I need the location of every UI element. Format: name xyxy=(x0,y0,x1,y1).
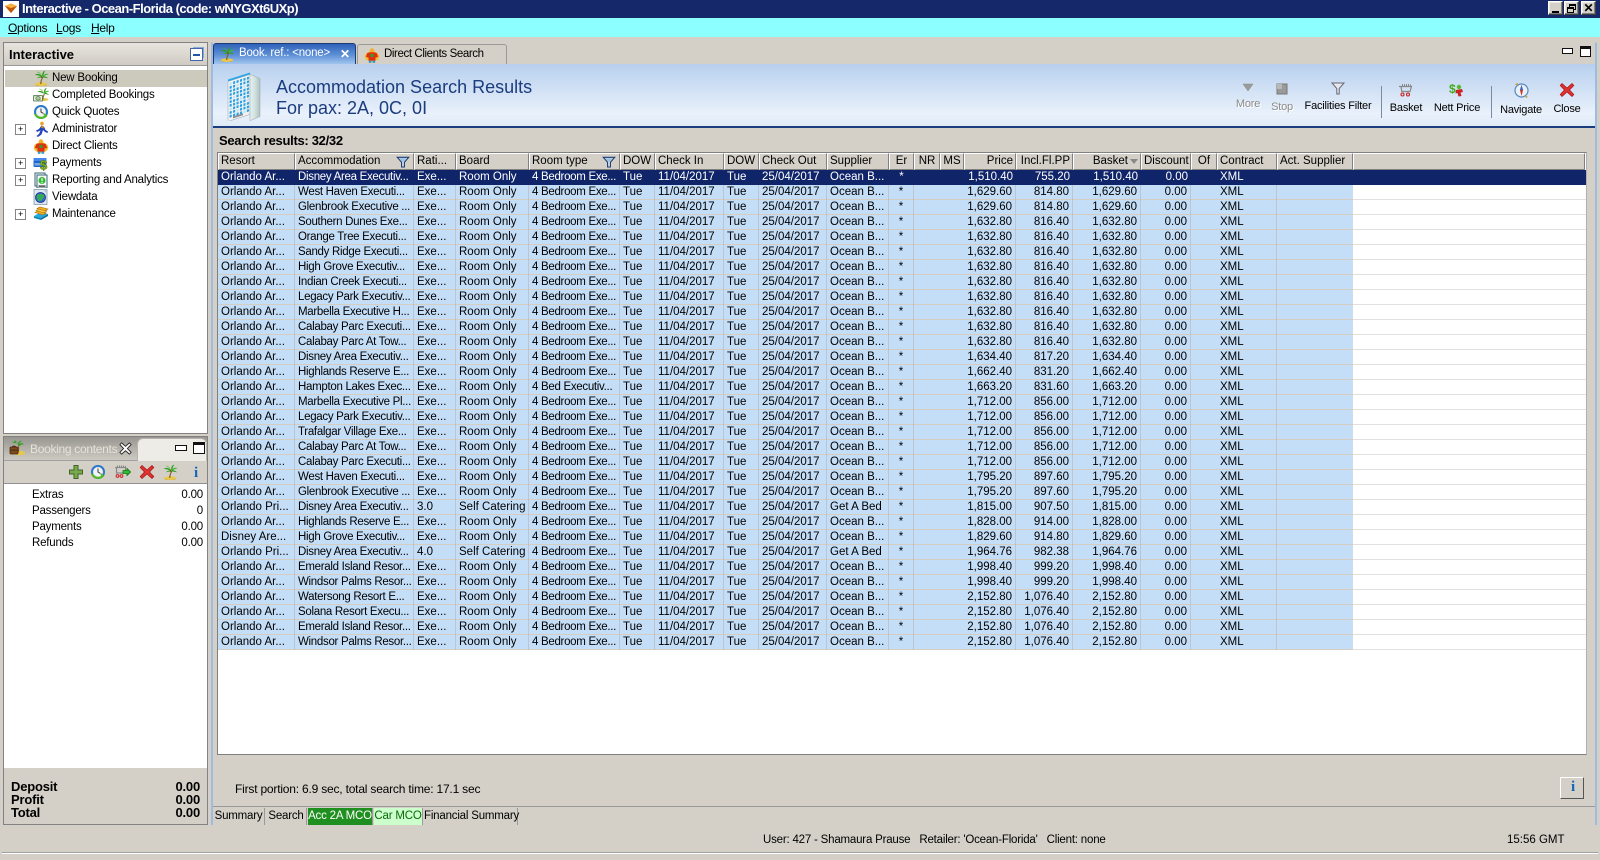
svg-text:$: $ xyxy=(1449,82,1456,96)
svg-text:i: i xyxy=(194,465,198,480)
svg-text:i: i xyxy=(1571,779,1575,794)
svg-text:$: $ xyxy=(40,158,48,172)
